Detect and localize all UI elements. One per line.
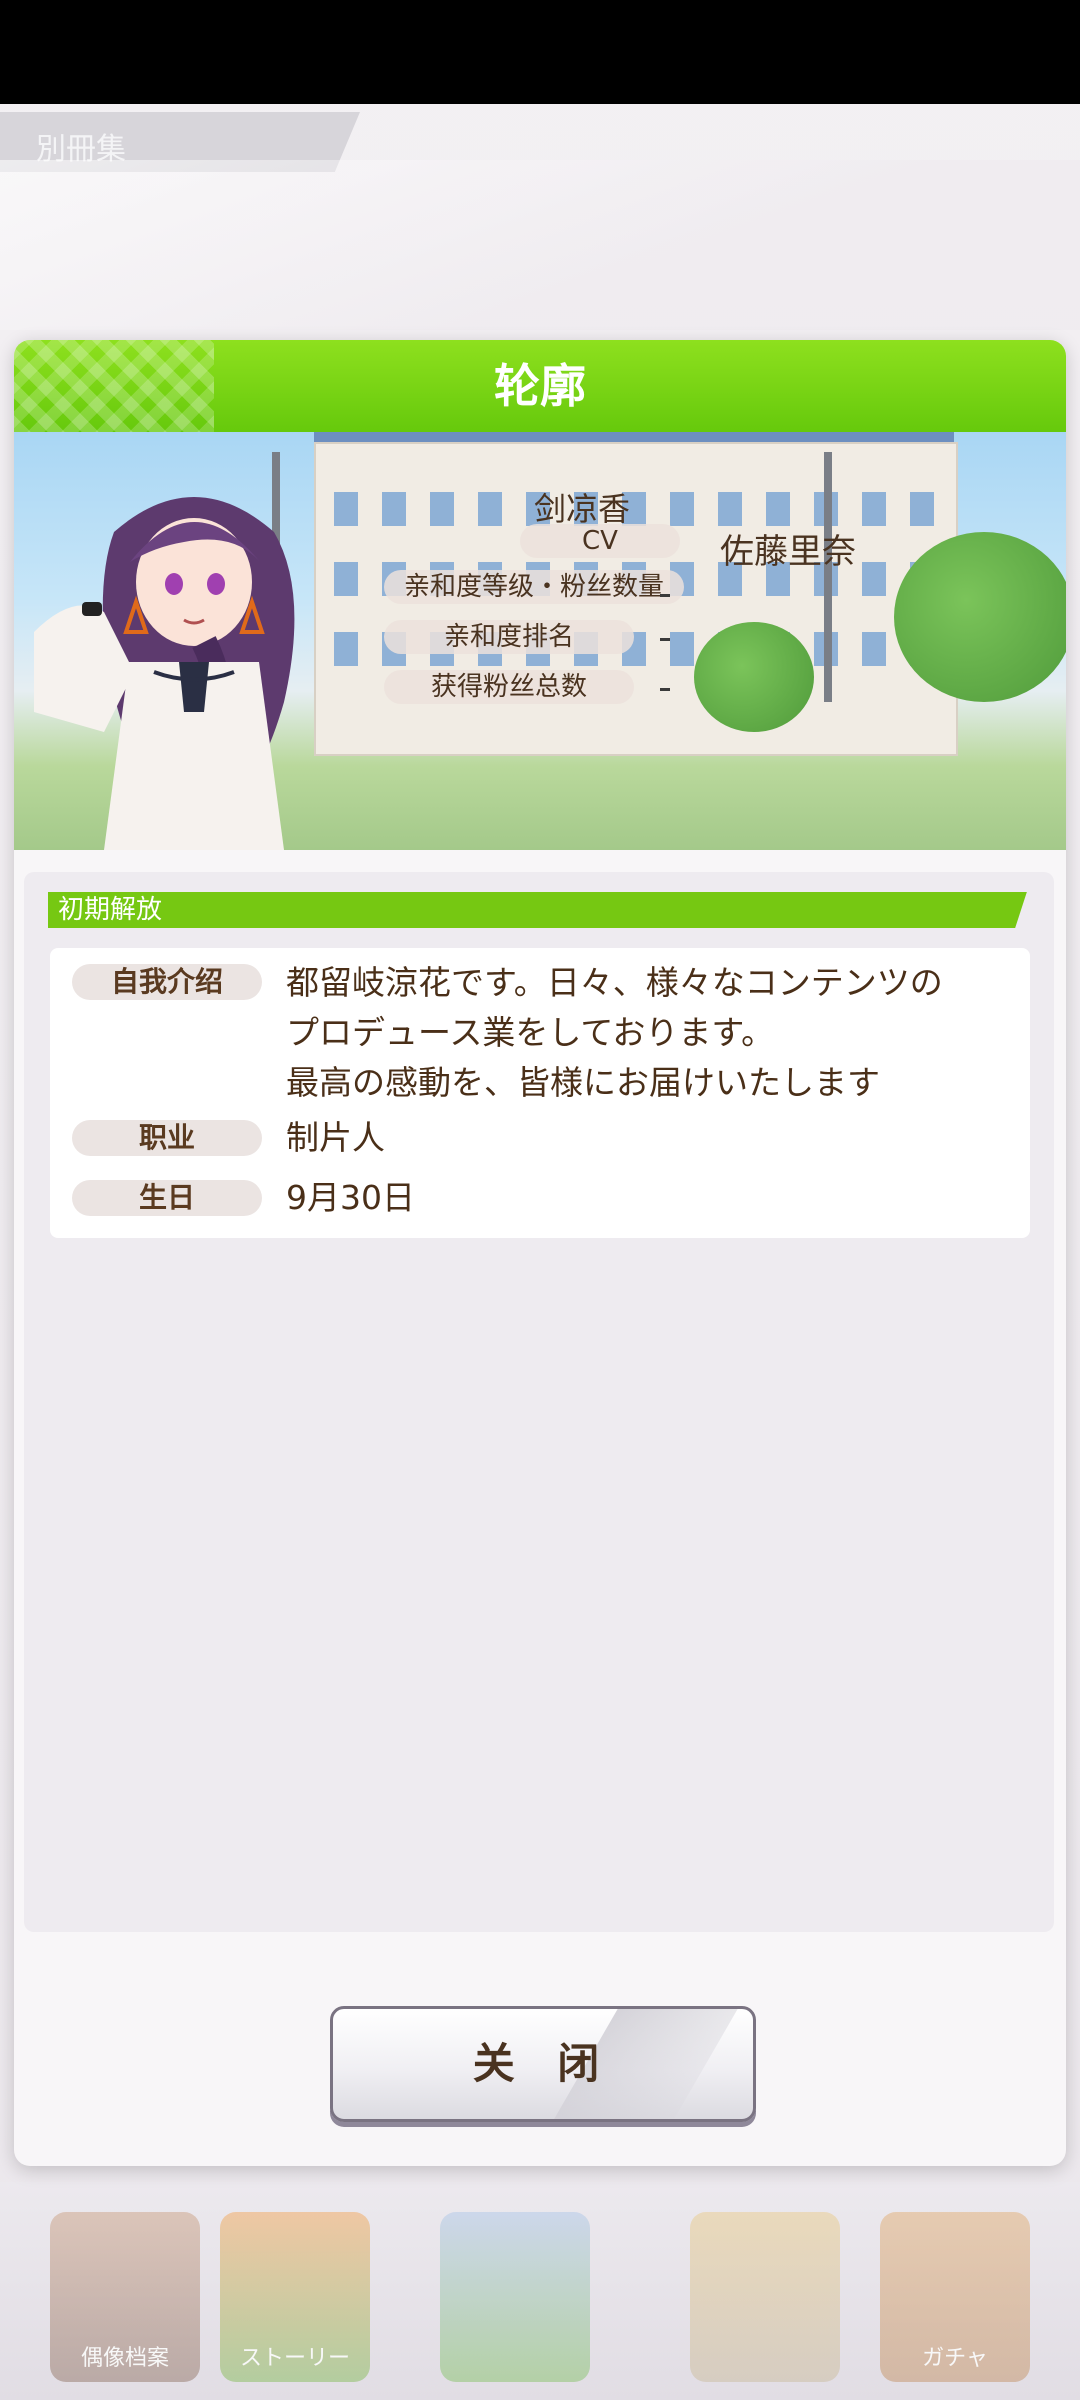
nav-item-gacha-label: ガチャ [922,2346,988,2371]
building-windows [334,492,934,526]
cv-value: 佐藤里奈 [720,532,856,572]
character-portrait [34,497,295,850]
section-header-label: 初期解放 [58,895,163,925]
affinity-level-value-empty [660,594,670,597]
lamp-post [824,452,832,702]
affinity-level-label: 亲和度等级・粉丝数量 [384,570,684,604]
tree [894,532,1066,702]
affinity-rank-value-empty [660,638,670,641]
nav-item-idols-label: 偶像档案 [80,2346,169,2371]
profile-dialog: 轮廓 剑凉香 CV 佐藤里奈 亲和度等级・粉丝数量 亲和度排名 获得粉丝总数 初… [14,340,1066,2166]
section-header-bar [48,892,1020,928]
background-decoration [0,160,1080,330]
birthday-label: 生日 [72,1180,262,1216]
affinity-rank-label: 亲和度排名 [384,620,634,654]
nav-item-home[interactable] [440,2212,590,2382]
profile-banner: 剑凉香 CV 佐藤里奈 亲和度等级・粉丝数量 亲和度排名 获得粉丝总数 [14,432,1066,850]
intro-line-3: 最高の感動を、皆様にお届けいたします [286,1063,880,1102]
birthday-value: 9月30日 [286,1178,415,1217]
dialog-title: 轮廓 [494,359,586,413]
tree [694,622,814,732]
job-value: 制片人 [286,1118,385,1157]
total-fans-label: 获得粉丝总数 [384,670,634,704]
intro-label: 自我介绍 [72,964,262,1000]
nav-item-story-label: ストーリー [239,2346,350,2371]
dialog-header: 轮廓 [14,340,1066,432]
close-button[interactable]: 关 闭 [330,2006,756,2122]
total-fans-value-empty [660,688,670,691]
cv-label: CV [520,524,680,558]
close-button-label: 关 闭 [472,2039,614,2088]
intro-line-1: 都留岐涼花です。日々、様々なコンテンツの [286,963,943,1002]
intro-line-2: プロデュース業をしております。 [286,1013,775,1052]
status-bar [0,0,1080,104]
nav-item-shop[interactable] [690,2212,840,2382]
job-label: 职业 [72,1120,262,1156]
